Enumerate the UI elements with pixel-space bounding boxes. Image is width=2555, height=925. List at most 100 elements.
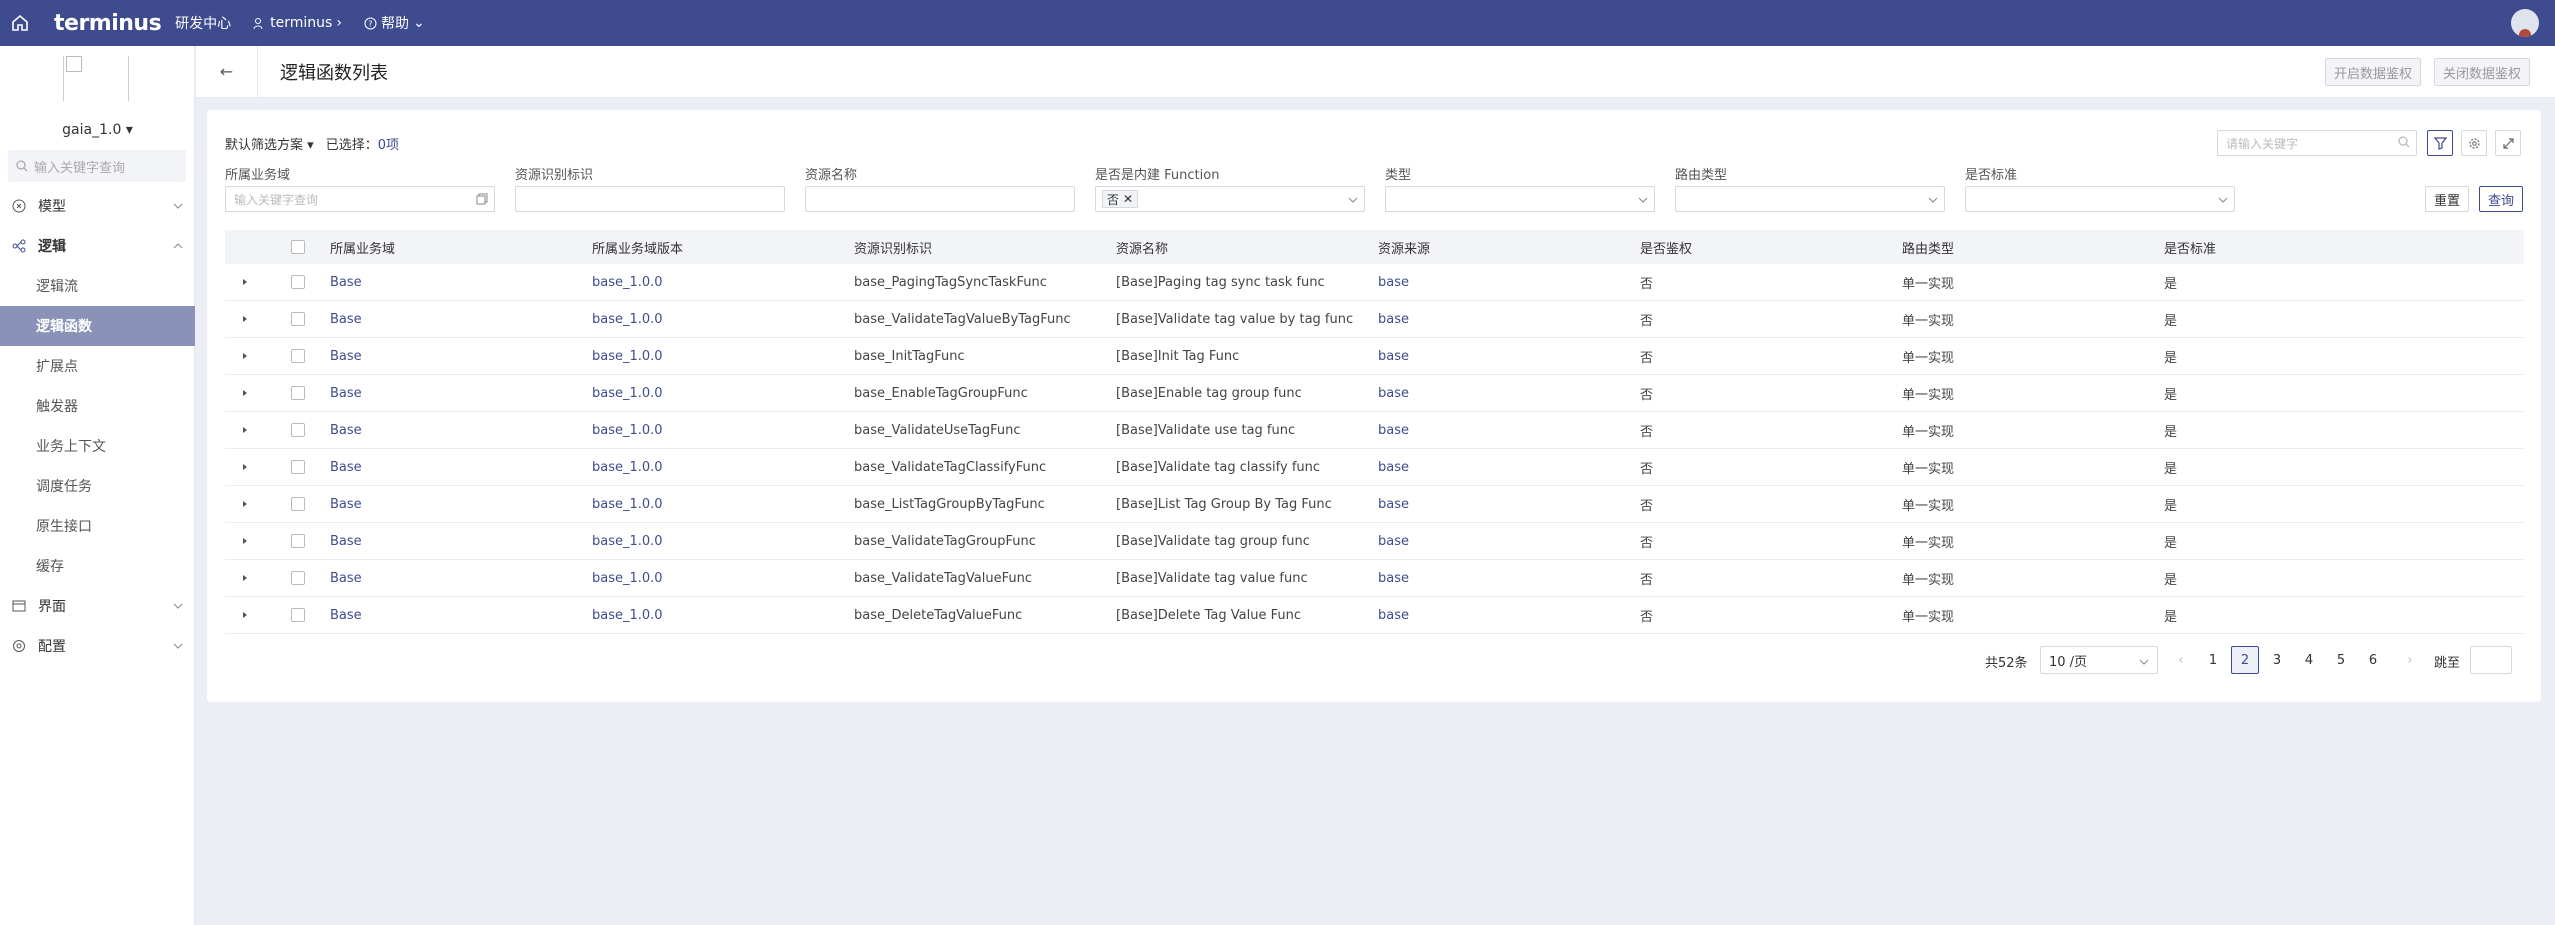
table-cell[interactable]: Base — [330, 349, 592, 364]
page-button-current[interactable]: 2 — [2231, 646, 2259, 674]
select-all-checkbox[interactable] — [290, 240, 305, 254]
table-cell[interactable]: Base — [330, 571, 592, 586]
filter-toggle-button[interactable] — [2427, 130, 2453, 156]
table-row[interactable]: Base base_1.0.0 base_ValidateTagValueFunc [… — [225, 560, 2524, 597]
table-cell[interactable]: Base — [330, 534, 592, 549]
caret-right-icon[interactable] — [241, 611, 249, 619]
fullscreen-button[interactable] — [2495, 130, 2521, 156]
sidebar-item-logic-flow[interactable]: 逻辑流 — [0, 266, 195, 306]
route-type-filter-select[interactable] — [1675, 186, 1945, 212]
caret-right-icon[interactable] — [241, 500, 249, 508]
sidebar-group-ui[interactable]: 界面 — [0, 586, 195, 626]
caret-right-icon[interactable] — [241, 574, 249, 582]
close-icon[interactable]: ✕ — [1123, 192, 1133, 206]
resource-key-filter-input[interactable] — [515, 186, 785, 212]
page-button[interactable]: 4 — [2295, 646, 2323, 674]
row-checkbox[interactable] — [290, 460, 305, 474]
table-cell[interactable]: base — [1378, 275, 1640, 290]
org-nav[interactable]: terminus › — [253, 15, 342, 31]
table-row[interactable]: Base base_1.0.0 base_PagingTagSyncTaskFunc… — [225, 264, 2524, 301]
table-cell[interactable]: base_1.0.0 — [592, 608, 854, 623]
table-cell[interactable]: base_1.0.0 — [592, 349, 854, 364]
table-cell[interactable]: base_1.0.0 — [592, 460, 854, 475]
page-button[interactable]: 1 — [2199, 646, 2227, 674]
caret-right-icon[interactable] — [241, 537, 249, 545]
table-cell[interactable]: Base — [330, 608, 592, 623]
table-cell[interactable]: base — [1378, 312, 1640, 327]
sidebar-item-logic-function[interactable]: 逻辑函数 — [0, 306, 195, 346]
table-cell[interactable]: Base — [330, 386, 592, 401]
sidebar-group-logic[interactable]: 逻辑 — [0, 226, 195, 266]
back-button[interactable]: ← — [196, 45, 258, 98]
table-cell[interactable]: base — [1378, 497, 1640, 512]
home-button[interactable] — [0, 0, 40, 46]
query-button[interactable]: 查询 — [2479, 186, 2524, 212]
caret-right-icon[interactable] — [241, 389, 249, 397]
resource-name-filter-input[interactable] — [805, 186, 1075, 212]
table-cell[interactable]: base — [1378, 534, 1640, 549]
table-row[interactable]: Base base_1.0.0 base_ValidateTagGroupFunc [… — [225, 523, 2524, 560]
table-cell[interactable]: base_1.0.0 — [592, 534, 854, 549]
table-cell[interactable]: Base — [330, 423, 592, 438]
table-row[interactable]: Base base_1.0.0 base_ValidateTagValueByTag… — [225, 301, 2524, 338]
row-checkbox[interactable] — [290, 497, 305, 511]
row-checkbox[interactable] — [290, 275, 305, 289]
table-row[interactable]: Base base_1.0.0 base_DeleteTagValueFunc [Ba… — [225, 597, 2524, 634]
table-cell[interactable]: Base — [330, 497, 592, 512]
row-checkbox[interactable] — [290, 534, 305, 548]
table-cell[interactable]: base — [1378, 608, 1640, 623]
row-checkbox[interactable] — [290, 571, 305, 585]
type-filter-select[interactable] — [1385, 186, 1655, 212]
row-checkbox[interactable] — [290, 349, 305, 363]
table-cell[interactable]: Base — [330, 275, 592, 290]
table-row[interactable]: Base base_1.0.0 base_ValidateUseTagFunc [Ba… — [225, 412, 2524, 449]
row-checkbox[interactable] — [290, 386, 305, 400]
table-cell[interactable]: base — [1378, 423, 1640, 438]
app-logo[interactable]: terminus — [54, 11, 162, 36]
sidebar-item-cache[interactable]: 缓存 — [0, 546, 195, 586]
filter-scheme-select[interactable]: 默认筛选方案 ▾ — [225, 134, 314, 153]
table-cell[interactable]: base — [1378, 571, 1640, 586]
sidebar-search-input[interactable]: 输入关键字查询 — [8, 150, 186, 182]
page-button[interactable]: 5 — [2327, 646, 2355, 674]
table-cell[interactable]: Base — [330, 460, 592, 475]
sidebar-group-config[interactable]: 配置 — [0, 626, 195, 666]
row-checkbox[interactable] — [290, 312, 305, 326]
page-button[interactable]: 3 — [2263, 646, 2291, 674]
table-cell[interactable]: base — [1378, 349, 1640, 364]
table-cell[interactable]: base_1.0.0 — [592, 386, 854, 401]
row-checkbox[interactable] — [290, 608, 305, 622]
page-size-select[interactable]: 10 /页 — [2040, 646, 2158, 674]
enable-data-auth-button[interactable]: 开启数据鉴权 — [2325, 58, 2422, 86]
sidebar-item-trigger[interactable]: 触发器 — [0, 386, 195, 426]
table-row[interactable]: Base base_1.0.0 base_EnableTagGroupFunc [Ba… — [225, 375, 2524, 412]
table-cell[interactable]: base_1.0.0 — [592, 497, 854, 512]
table-cell[interactable]: base_1.0.0 — [592, 423, 854, 438]
avatar[interactable] — [2511, 9, 2539, 37]
table-row[interactable]: Base base_1.0.0 base_ListTagGroupByTagFunc… — [225, 486, 2524, 523]
keyword-search-input[interactable]: 请输入关键字 — [2217, 130, 2417, 156]
table-cell[interactable]: base — [1378, 386, 1640, 401]
caret-right-icon[interactable] — [241, 278, 249, 286]
table-cell[interactable]: base_1.0.0 — [592, 312, 854, 327]
app-switcher[interactable]: gaia_1.0 ▾ — [0, 122, 195, 138]
settings-button[interactable] — [2461, 130, 2487, 156]
caret-right-icon[interactable] — [241, 426, 249, 434]
table-cell[interactable]: Base — [330, 312, 592, 327]
table-row[interactable]: Base base_1.0.0 base_InitTagFunc [Base]Init… — [225, 338, 2524, 375]
page-button[interactable]: 6 — [2359, 646, 2387, 674]
row-checkbox[interactable] — [290, 423, 305, 437]
jump-page-input[interactable] — [2470, 646, 2512, 674]
sidebar-item-extension-point[interactable]: 扩展点 — [0, 346, 195, 386]
caret-right-icon[interactable] — [241, 463, 249, 471]
disable-data-auth-button[interactable]: 关闭数据鉴权 — [2434, 58, 2531, 86]
table-cell[interactable]: base — [1378, 460, 1640, 475]
caret-right-icon[interactable] — [241, 315, 249, 323]
sidebar-item-business-context[interactable]: 业务上下文 — [0, 426, 195, 466]
table-row[interactable]: Base base_1.0.0 base_ValidateTagClassifyFu… — [225, 449, 2524, 486]
standard-filter-select[interactable] — [1965, 186, 2235, 212]
caret-right-icon[interactable] — [241, 352, 249, 360]
reset-button[interactable]: 重置 — [2425, 186, 2470, 212]
prev-page-button[interactable]: ‹ — [2167, 646, 2195, 674]
table-cell[interactable]: base_1.0.0 — [592, 571, 854, 586]
